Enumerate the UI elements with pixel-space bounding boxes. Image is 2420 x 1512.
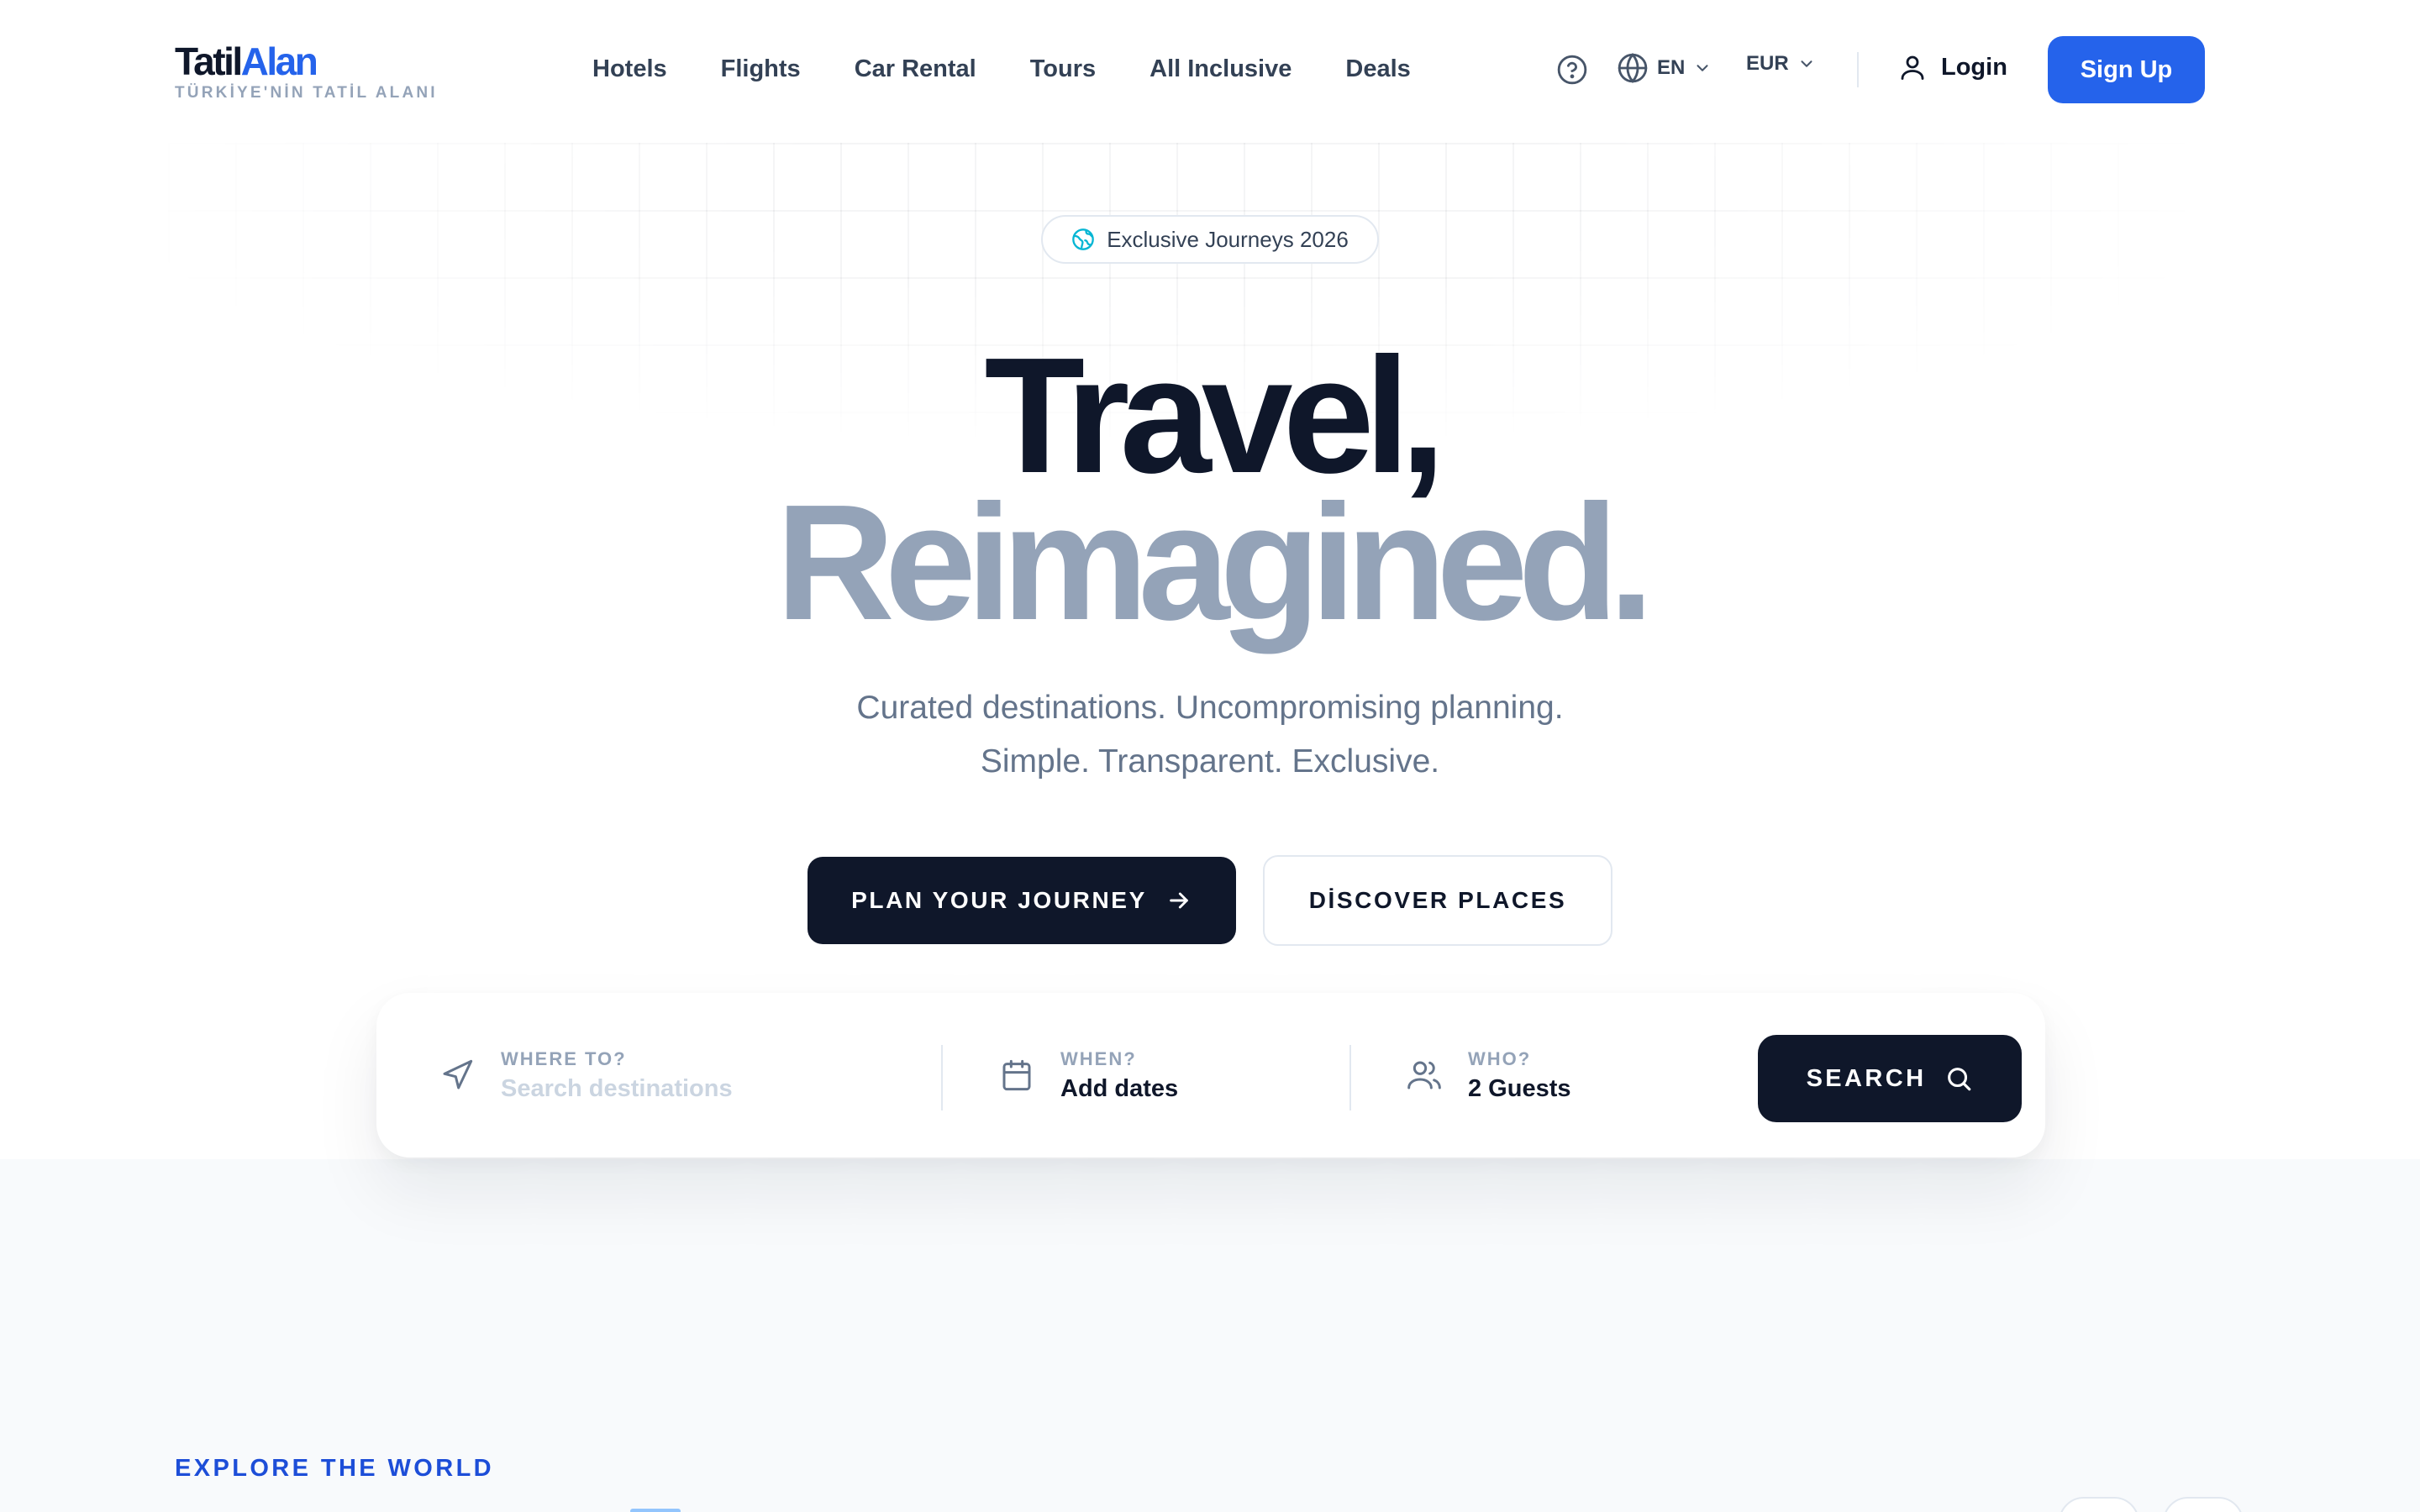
brand-tagline: TÜRKİYE'NİN TATİL ALANI [175, 84, 438, 102]
site-header: TatilAlan TÜRKİYE'NİN TATİL ALANI Hotels… [0, 0, 2420, 139]
login-button[interactable]: Login [1897, 52, 2007, 82]
users-icon [1407, 1061, 1441, 1089]
search-divider [1349, 1045, 1351, 1110]
hero-subtitle-line2: Simple. Transparent. Exclusive. [980, 743, 1440, 780]
discover-places-label: DİSCOVER PLACES [1308, 887, 1567, 913]
chevron-down-icon [1801, 60, 1812, 67]
section-eyebrow: EXPLORE THE WORLD [175, 1455, 495, 1482]
globe-icon [1618, 53, 1648, 83]
search-button[interactable]: SEARCH [1758, 1035, 2022, 1122]
search-button-label: SEARCH [1806, 1064, 1927, 1092]
calendar-icon [1002, 1059, 1031, 1091]
section-title-partial [630, 1502, 798, 1512]
search-panel: WHERE TO? Search destinations WHEN? Add … [376, 993, 2045, 1158]
sign-up-button[interactable]: Sign Up [2048, 36, 2205, 103]
currency-selector[interactable]: EUR [1746, 52, 1816, 76]
currency-value: EUR [1746, 52, 1789, 75]
where-to-field[interactable]: WHERE TO? Search destinations [440, 993, 733, 1158]
plan-your-journey-label: PLAN YOUR JOURNEY [851, 887, 1147, 913]
user-icon [1901, 55, 1924, 80]
plan-your-journey-button[interactable]: PLAN YOUR JOURNEY [808, 857, 1236, 944]
brand-name: TatilAlan [175, 39, 438, 84]
who-field[interactable]: WHO? 2 Guests [1407, 993, 1571, 1158]
nav-item-all-inclusive[interactable]: All Inclusive [1150, 52, 1292, 86]
arrow-right-icon [1170, 892, 1188, 909]
search-icon [1948, 1068, 1971, 1091]
login-label: Login [1941, 53, 2007, 81]
language-selector[interactable]: EN [1617, 52, 1712, 84]
nav-item-deals[interactable]: Deals [1345, 52, 1410, 86]
chevron-down-icon [1697, 65, 1708, 71]
nav-item-tours[interactable]: Tours [1030, 52, 1096, 86]
language-value: EN [1657, 56, 1686, 79]
when-value: Add dates [1060, 1074, 1179, 1102]
nav-item-hotels[interactable]: Hotels [592, 52, 667, 86]
brand-logo[interactable]: TatilAlan TÜRKİYE'NİN TATİL ALANI [175, 39, 438, 102]
brand-name-part2: Alan [240, 39, 318, 83]
who-label: WHO? [1468, 1047, 1532, 1069]
who-value: 2 Guests [1468, 1074, 1571, 1102]
brand-name-part1: Tatil [175, 39, 243, 83]
help-button[interactable] [1556, 54, 1588, 86]
where-to-label: WHERE TO? [501, 1047, 627, 1069]
header-divider [1857, 52, 1859, 87]
help-circle-icon [1557, 55, 1587, 85]
when-label: WHEN? [1060, 1047, 1137, 1069]
discover-places-button[interactable]: DİSCOVER PLACES [1263, 855, 1612, 946]
globe-badge-icon [1072, 228, 1095, 250]
nav-item-car-rental[interactable]: Car Rental [855, 52, 976, 86]
when-field[interactable]: WHEN? Add dates [1000, 993, 1178, 1158]
nav-item-flights[interactable]: Flights [721, 52, 801, 86]
hero-title-line2: Reimagined. [776, 470, 1654, 654]
main-nav: Hotels Flights Car Rental Tours All Incl… [592, 52, 1411, 86]
navigation-arrow-icon [443, 1059, 473, 1089]
search-divider [941, 1045, 943, 1110]
where-to-input[interactable]: Search destinations [501, 1075, 733, 1103]
hero-badge: Exclusive Journeys 2026 [1041, 215, 1379, 264]
hero-badge-text: Exclusive Journeys 2026 [1107, 226, 1349, 252]
hero-subtitle-line1: Curated destinations. Uncompromising pla… [856, 690, 1564, 726]
